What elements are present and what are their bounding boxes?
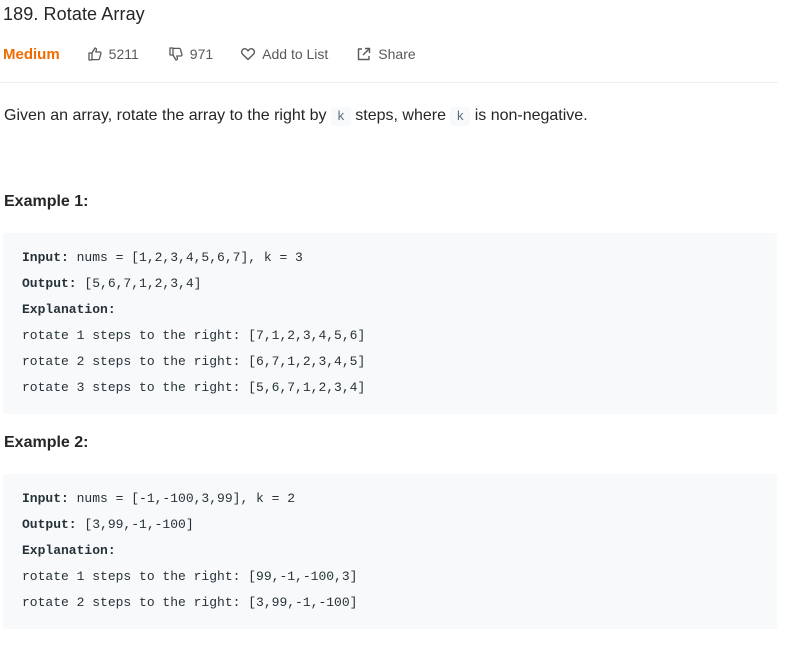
example-1-block: Input: nums = [1,2,3,4,5,6,7], k = 3 Out…	[3, 233, 777, 414]
input-label: Input:	[22, 250, 69, 265]
example-1-output-line: Output: [5,6,7,1,2,3,4]	[22, 275, 201, 293]
problem-description: Given an array, rotate the array to the …	[4, 104, 588, 129]
example-1-step: rotate 3 steps to the right: [5,6,7,1,2,…	[22, 380, 366, 395]
example-1-title: Example 1:	[4, 193, 89, 210]
example-2-block: Input: nums = [-1,-100,3,99], k = 2 Outp…	[3, 474, 777, 629]
problem-meta-row: Medium 5211 971 Add to List Share	[3, 44, 416, 64]
thumbs-down-icon	[169, 47, 183, 61]
output-value: [3,99,-1,-100]	[76, 517, 194, 532]
description-text-3: is non-negative.	[474, 107, 588, 124]
description-text-1: Given an array, rotate the array to the …	[4, 107, 327, 124]
input-value: nums = [1,2,3,4,5,6,7], k = 3	[68, 250, 303, 265]
dislike-button[interactable]: 971	[168, 46, 213, 62]
input-value: nums = [-1,-100,3,99], k = 2	[68, 491, 296, 506]
output-value: [5,6,7,1,2,3,4]	[76, 276, 202, 291]
example-2-output-line: Output: [3,99,-1,-100]	[22, 516, 194, 534]
problem-title: 189. Rotate Array	[3, 4, 145, 24]
heart-icon	[241, 48, 256, 61]
problem-page: 189. Rotate Array Medium 5211 971 Add to…	[0, 0, 790, 649]
description-text-2: steps, where	[355, 107, 446, 124]
inline-code-k: k	[450, 107, 471, 126]
example-1-step: rotate 2 steps to the right: [6,7,1,2,3,…	[22, 354, 366, 369]
example-1-input-line: Input: nums = [1,2,3,4,5,6,7], k = 3	[22, 249, 303, 267]
example-2-explanation-label: Explanation:	[22, 543, 116, 558]
example-2-step: rotate 1 steps to the right: [99,-1,-100…	[22, 569, 358, 584]
header-divider	[0, 82, 778, 83]
difficulty-label: Medium	[3, 45, 60, 63]
like-button[interactable]: 5211	[87, 46, 139, 62]
thumbs-up-icon	[88, 47, 102, 61]
example-1-explanation-label: Explanation:	[22, 302, 116, 317]
example-2-step: rotate 2 steps to the right: [3,99,-1,-1…	[22, 595, 358, 610]
share-button[interactable]: Share	[356, 46, 416, 62]
like-count: 5211	[108, 46, 139, 62]
example-2-title: Example 2:	[4, 434, 89, 451]
output-label: Output:	[22, 517, 77, 532]
input-label: Input:	[22, 491, 69, 506]
add-to-list-label: Add to List	[262, 46, 329, 62]
example-1-step: rotate 1 steps to the right: [7,1,2,3,4,…	[22, 328, 366, 343]
add-to-list-button[interactable]: Add to List	[240, 46, 328, 62]
share-label: Share	[378, 46, 416, 62]
example-2-input-line: Input: nums = [-1,-100,3,99], k = 2	[22, 490, 295, 508]
output-label: Output:	[22, 276, 77, 291]
inline-code-k: k	[330, 107, 351, 126]
share-icon	[358, 47, 371, 61]
dislike-count: 971	[189, 46, 214, 62]
